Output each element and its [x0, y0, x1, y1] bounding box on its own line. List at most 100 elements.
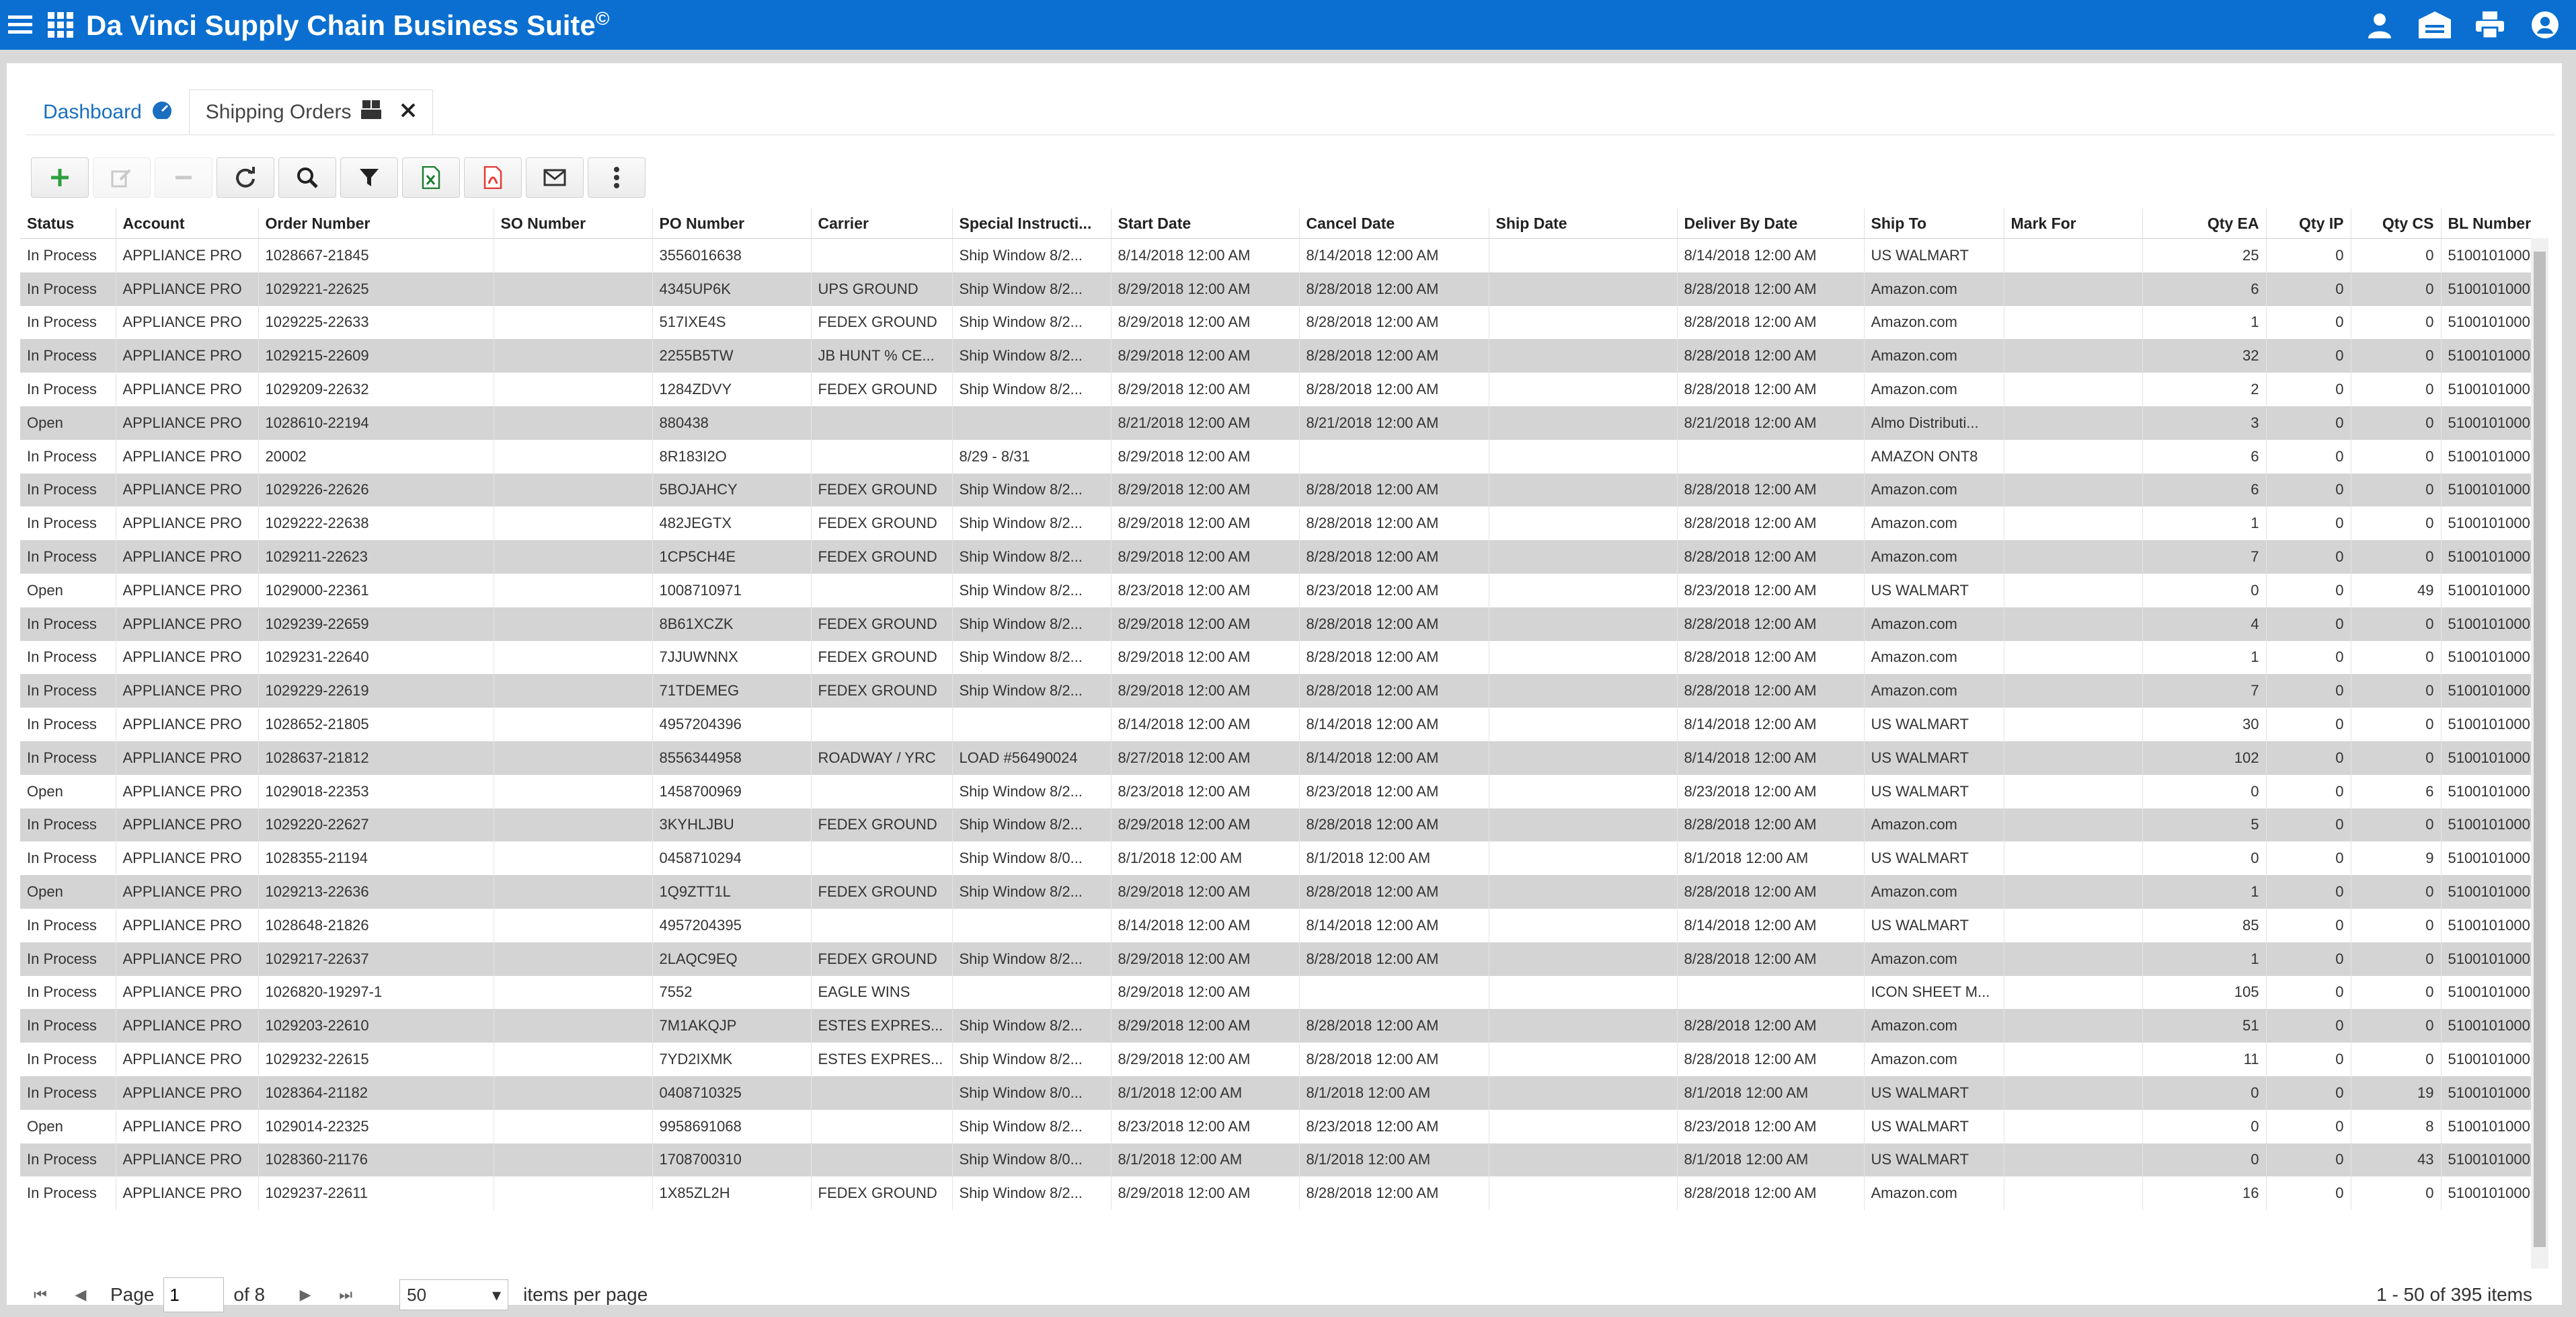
table-cell: Amazon.com: [1864, 540, 2004, 574]
column-header[interactable]: Carrier: [811, 209, 953, 239]
column-header[interactable]: Cancel Date: [1299, 209, 1489, 239]
export-pdf-button[interactable]: [464, 157, 522, 198]
column-header[interactable]: Start Date: [1111, 209, 1300, 239]
table-cell: APPLIANCE PRO: [116, 674, 259, 708]
table-row[interactable]: Open APPLIANCE PRO 1029213-22636 1Q9ZTT1L FE…: [20, 875, 2548, 909]
table-cell: 0: [2266, 238, 2351, 272]
table-cell: [494, 908, 653, 942]
items-per-page-select[interactable]: 50 ▾: [399, 1279, 509, 1310]
table-cell: 8/28/2018 12:00 AM: [1677, 875, 1865, 909]
table-cell: Ship Window 8/2...: [952, 1009, 1111, 1043]
table-row[interactable]: In Process APPLIANCE PRO 1029220-22627 3KYH…: [20, 808, 2548, 842]
main-panel: Dashboard Shipping Orders Status Account…: [7, 63, 2562, 1312]
table-row[interactable]: In Process APPLIANCE PRO 1029225-22633 517I…: [20, 305, 2548, 340]
table-row[interactable]: Open APPLIANCE PRO 1029000-22361 1008710971…: [20, 573, 2548, 607]
column-header[interactable]: Qty CS: [2351, 209, 2442, 239]
column-header[interactable]: Qty EA: [2142, 209, 2267, 239]
column-header[interactable]: Mark For: [2004, 209, 2143, 239]
table-cell: 0: [2266, 272, 2351, 306]
table-row[interactable]: In Process APPLIANCE PRO 1028360-21176 1708…: [20, 1143, 2548, 1177]
column-header[interactable]: Deliver By Date: [1677, 209, 1865, 239]
edit-button[interactable]: [93, 157, 151, 198]
close-tab-icon[interactable]: [400, 101, 416, 124]
column-header[interactable]: Special Instructi...: [952, 209, 1111, 239]
apps-grid-icon[interactable]: [40, 5, 81, 45]
table-cell: [494, 875, 653, 909]
table-row[interactable]: In Process APPLIANCE PRO 1029231-22640 7JJU…: [20, 640, 2548, 675]
table-row[interactable]: In Process APPLIANCE PRO 1029232-22615 7YD2…: [20, 1043, 2548, 1076]
table-cell: 1028652-21805: [258, 708, 494, 741]
column-header[interactable]: Account: [116, 209, 259, 239]
filter-button[interactable]: [340, 157, 398, 198]
table-row[interactable]: In Process APPLIANCE PRO 1026820-19297-1 75…: [20, 975, 2548, 1010]
table-cell: In Process: [20, 741, 116, 775]
table-row[interactable]: In Process APPLIANCE PRO 1028648-21826 4957…: [20, 908, 2548, 942]
print-icon[interactable]: [2472, 5, 2507, 45]
table-row[interactable]: In Process APPLIANCE PRO 1028667-21845 3556…: [20, 238, 2548, 272]
first-page-icon[interactable]: ⏮: [20, 1286, 61, 1304]
scrollbar-thumb[interactable]: [2534, 252, 2546, 1247]
column-header[interactable]: Order Number: [258, 209, 494, 239]
table-cell: 8/28/2018 12:00 AM: [1677, 942, 1865, 976]
table-row[interactable]: In Process APPLIANCE PRO 1029229-22619 71TD…: [20, 674, 2548, 708]
page-input[interactable]: [163, 1277, 225, 1312]
tab-dashboard[interactable]: Dashboard: [27, 90, 189, 135]
table-row[interactable]: In Process APPLIANCE PRO 1029239-22659 8B61…: [20, 607, 2548, 641]
table-row[interactable]: Open APPLIANCE PRO 1029014-22325 9958691068…: [20, 1109, 2548, 1143]
table-cell: 8/14/2018 12:00 AM: [1299, 741, 1489, 775]
last-page-icon[interactable]: ⏭: [325, 1286, 366, 1304]
table-row[interactable]: In Process APPLIANCE PRO 1028355-21194 0458…: [20, 841, 2548, 876]
table-cell: [1489, 640, 1678, 675]
table-row[interactable]: In Process APPLIANCE PRO 1029215-22609 2255…: [20, 339, 2548, 373]
column-header[interactable]: BL Number: [2441, 209, 2548, 239]
table-cell: 1CP5CH4E: [652, 540, 812, 574]
add-button[interactable]: [31, 157, 89, 198]
app-header: Da Vinci Supply Chain Business Suite©: [0, 0, 2576, 50]
warehouse-icon[interactable]: [2417, 5, 2452, 45]
table-cell: 8/29/2018 12:00 AM: [1111, 305, 1300, 340]
table-cell: 30: [2142, 708, 2267, 741]
email-button[interactable]: [526, 157, 584, 198]
next-page-icon[interactable]: ▶: [285, 1286, 325, 1304]
table-cell: 1029211-22623: [258, 540, 494, 574]
table-row[interactable]: In Process APPLIANCE PRO 1029226-22626 5BOJ…: [20, 473, 2548, 507]
column-header[interactable]: SO Number: [494, 209, 653, 239]
vertical-scrollbar[interactable]: [2531, 238, 2548, 1269]
tab-shipping-orders[interactable]: Shipping Orders: [188, 89, 433, 135]
column-header[interactable]: Ship Date: [1489, 209, 1678, 239]
table-row[interactable]: In Process APPLIANCE PRO 1028652-21805 4957…: [20, 708, 2548, 741]
table-row[interactable]: In Process APPLIANCE PRO 1029217-22637 2LAQ…: [20, 942, 2548, 976]
table-cell: In Process: [20, 439, 116, 474]
column-header[interactable]: Ship To: [1864, 209, 2004, 239]
column-header[interactable]: Qty IP: [2266, 209, 2351, 239]
table-cell: 7: [2142, 674, 2267, 708]
table-row[interactable]: In Process APPLIANCE PRO 1029209-22632 1284…: [20, 373, 2548, 406]
more-options-button[interactable]: [588, 157, 646, 198]
table-row[interactable]: Open APPLIANCE PRO 1029018-22353 1458700969…: [20, 774, 2548, 808]
column-header[interactable]: Status: [20, 209, 116, 239]
table-cell: 0: [2266, 1009, 2351, 1043]
hamburger-menu-icon[interactable]: [0, 5, 40, 45]
search-button[interactable]: [278, 157, 336, 198]
table-row[interactable]: In Process APPLIANCE PRO 20002 8R183I2O 8/29…: [20, 439, 2548, 474]
table-cell: 8/21/2018 12:00 AM: [1677, 406, 1865, 440]
table-row[interactable]: In Process APPLIANCE PRO 1028364-21182 0408…: [20, 1076, 2548, 1110]
table-row[interactable]: In Process APPLIANCE PRO 1029222-22638 482J…: [20, 506, 2548, 541]
table-row[interactable]: In Process APPLIANCE PRO 1029221-22625 4345…: [20, 272, 2548, 306]
user-icon[interactable]: [2362, 5, 2397, 45]
table-row[interactable]: In Process APPLIANCE PRO 1029203-22610 7M1A…: [20, 1009, 2548, 1043]
table-row[interactable]: Open APPLIANCE PRO 1028610-22194 880438 8/21…: [20, 406, 2548, 440]
export-excel-button[interactable]: [402, 157, 460, 198]
prev-page-icon[interactable]: ◀: [61, 1286, 101, 1304]
remove-button[interactable]: [155, 157, 212, 198]
table-row[interactable]: In Process APPLIANCE PRO 1028637-21812 8556…: [20, 741, 2548, 775]
refresh-button[interactable]: [217, 157, 274, 198]
table-row[interactable]: In Process APPLIANCE PRO 1029237-22611 1X85…: [20, 1176, 2548, 1211]
account-circle-icon[interactable]: [2528, 5, 2563, 45]
table-cell: Almo Distributi...: [1864, 406, 2004, 440]
table-cell: 8/28/2018 12:00 AM: [1677, 1176, 1865, 1211]
table-cell: APPLIANCE PRO: [116, 473, 259, 507]
table-cell: 1029018-22353: [258, 774, 494, 808]
column-header[interactable]: PO Number: [652, 209, 812, 239]
table-row[interactable]: In Process APPLIANCE PRO 1029211-22623 1CP5…: [20, 540, 2548, 574]
